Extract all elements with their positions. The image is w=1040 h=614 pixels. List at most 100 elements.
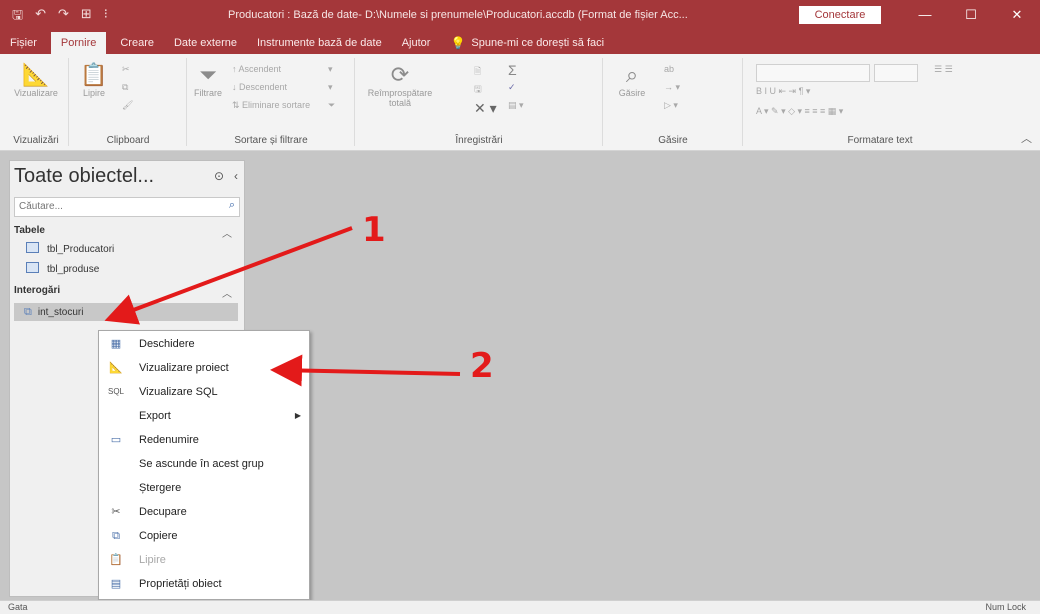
funnel-icon: ⏷: [199, 62, 217, 87]
replace-icon[interactable]: ab: [664, 64, 674, 74]
tab-home[interactable]: Pornire: [50, 32, 107, 54]
annotation-label-1: 1: [362, 210, 386, 250]
table-icon: [26, 242, 39, 253]
query-icon: ⧉: [24, 306, 32, 318]
magnifier-icon: ⌕: [625, 62, 639, 87]
more-icon[interactable]: ▤ ▾: [508, 100, 524, 111]
nav-search-box: ⌕: [14, 197, 240, 217]
save-icon[interactable]: 🖫: [12, 6, 23, 28]
copy-icon[interactable]: ⧉: [122, 82, 128, 93]
menu-item-hide-in-group[interactable]: Se ascunde în acest grup: [99, 453, 309, 475]
chevron-up-icon[interactable]: ︿: [222, 285, 232, 300]
close-button[interactable]: ✕: [994, 0, 1040, 30]
window-title: Producatori : Bază de date- D:\Numele si…: [228, 9, 688, 21]
select-icon[interactable]: ▷ ▾: [664, 100, 678, 111]
group-label-find: Găsire: [658, 135, 688, 146]
chevron-up-icon[interactable]: ︿: [222, 225, 232, 240]
nav-menu-icon[interactable]: ⊙: [214, 169, 224, 183]
design-view-icon: 📐: [109, 362, 123, 374]
group-clipboard: 📋 Lipire ✂ ⧉ 🖌 Clipboard: [70, 58, 187, 146]
color-align-icons[interactable]: A ▾ ✎ ▾ ◇ ▾ ≡ ≡ ≡ ▦ ▾: [756, 106, 843, 117]
totals-icon[interactable]: Σ: [508, 62, 517, 78]
refresh-icon: ⟳: [390, 62, 410, 87]
tab-database-tools[interactable]: Instrumente bază de date: [247, 32, 392, 54]
connect-button[interactable]: Conectare: [799, 6, 881, 24]
list-icons[interactable]: ☰ ☰: [934, 64, 953, 75]
search-icon[interactable]: ⌕: [229, 199, 235, 212]
paste-button[interactable]: 📋 Lipire: [74, 62, 114, 98]
format-painter-icon[interactable]: 🖌: [122, 100, 133, 111]
save-record-icon[interactable]: 🖫: [474, 82, 482, 98]
undo-icon[interactable]: ↶: [35, 6, 46, 28]
menu-item-export[interactable]: Export ▶: [99, 405, 309, 427]
status-text: Gata: [8, 602, 28, 612]
menu-item-paste[interactable]: 📋 Lipire: [99, 549, 309, 571]
view-button[interactable]: 📐 Vizualizare: [8, 62, 64, 98]
menu-item-properties[interactable]: ▤ Proprietăți obiect: [99, 573, 309, 595]
search-input[interactable]: [15, 198, 213, 214]
properties-icon: ▤: [110, 578, 122, 590]
find-button[interactable]: ⌕ Găsire: [612, 62, 652, 98]
new-record-icon[interactable]: 🗎: [474, 64, 481, 80]
submenu-arrow-icon: ▶: [294, 411, 301, 420]
tab-external-data[interactable]: Date externe: [164, 32, 247, 54]
num-lock-indicator: Num Lock: [985, 602, 1026, 612]
group-records: ⟳ Reîmprospătare totală 🗎 🖫 ✕ ▾ Σ ✓ ▤ ▾ …: [356, 58, 603, 146]
annotation-label-2: 2: [470, 346, 494, 386]
menu-item-copy[interactable]: ⧉ Copiere: [99, 525, 309, 547]
paste-icon: 📋: [80, 62, 108, 87]
go-to-icon[interactable]: → ▾: [664, 82, 680, 93]
group-label-views: Vizualizări: [13, 135, 59, 146]
group-views: 📐 Vizualizare Vizualizări: [4, 58, 69, 146]
remove-sort-button[interactable]: ⇅ Eliminare sortare: [232, 100, 310, 111]
filter-button[interactable]: ⏷ Filtrare: [190, 62, 226, 98]
cut-icon[interactable]: ✂: [122, 64, 130, 75]
toggle-filter-icon[interactable]: ⏷: [328, 100, 335, 111]
group-text-format: ☰ ☰ B I U ⇤ ⇥ ¶ ▾ A ▾ ✎ ▾ ◇ ▾ ≡ ≡ ≡ ▦ ▾ …: [744, 58, 1016, 146]
nav-item-table[interactable]: tbl_Producatori: [14, 241, 238, 259]
menu-item-design-view[interactable]: 📐 Vizualizare proiect: [99, 357, 309, 379]
layout-icon[interactable]: ⊞: [81, 6, 92, 28]
section-queries[interactable]: Interogări ︿: [14, 285, 240, 300]
font-name-dropdown[interactable]: [756, 64, 870, 82]
menu-item-sql-view[interactable]: SQL Vizualizare SQL: [99, 381, 309, 403]
quick-access-toolbar: 🖫 ↶ ↷ ⊞ ⁝: [12, 6, 108, 28]
tab-help[interactable]: Ajutor: [392, 32, 441, 54]
sql-icon: SQL: [107, 387, 124, 396]
delete-icon[interactable]: ✕ ▾: [474, 100, 497, 117]
section-tables[interactable]: Tabele ︿: [14, 225, 240, 240]
group-label-clipboard: Clipboard: [106, 135, 150, 146]
menu-item-rename[interactable]: ▭ Redenumire: [99, 429, 309, 451]
selection-icon[interactable]: ▾: [328, 64, 333, 75]
redo-icon[interactable]: ↷: [58, 6, 69, 28]
title-bar: 🖫 ↶ ↷ ⊞ ⁝ Producatori : Bază de date- D:…: [0, 0, 1040, 30]
ribbon-tabs: Fișier Pornire Creare Date externe Instr…: [0, 30, 1040, 54]
font-size-dropdown[interactable]: [874, 64, 918, 82]
table-icon: [26, 262, 39, 273]
bold-italic-underline[interactable]: B I U ⇤ ⇥ ¶ ▾: [756, 86, 810, 97]
group-label-sort-filter: Sortare și filtrare: [234, 135, 308, 146]
advanced-icon[interactable]: ▾: [328, 82, 333, 93]
nav-item-query[interactable]: ⧉ int_stocuri: [14, 303, 238, 321]
spelling-icon[interactable]: ✓: [508, 82, 516, 93]
menu-item-cut[interactable]: ✂ Decupare: [99, 501, 309, 523]
tab-file[interactable]: Fișier: [0, 32, 47, 54]
descending-button[interactable]: ↓ Descendent: [232, 82, 287, 92]
tell-me-box[interactable]: 💡 Spune-mi ce dorești să faci: [440, 32, 614, 54]
nav-item-table[interactable]: tbl_produse: [14, 261, 238, 279]
customize-qat-icon[interactable]: ⁝: [104, 6, 108, 28]
menu-item-open[interactable]: ▦ Deschidere: [99, 333, 309, 355]
collapse-ribbon-icon[interactable]: ︿: [1021, 130, 1032, 146]
open-icon: ▦: [110, 338, 122, 350]
ascending-button[interactable]: ↑ Ascendent: [232, 64, 281, 74]
refresh-all-button[interactable]: ⟳ Reîmprospătare totală: [360, 62, 440, 108]
tab-create[interactable]: Creare: [110, 32, 164, 54]
shutter-bar-icon[interactable]: ‹: [234, 169, 238, 183]
nav-pane-title[interactable]: Toate obiectel...: [14, 165, 154, 188]
lightbulb-icon: 💡: [450, 36, 466, 50]
group-label-text-format: Formatare text: [847, 135, 913, 146]
restore-button[interactable]: ☐: [948, 0, 994, 30]
context-menu: ▦ Deschidere 📐 Vizualizare proiect SQL V…: [98, 330, 310, 600]
minimize-button[interactable]: —: [902, 0, 948, 30]
menu-item-delete[interactable]: Ștergere: [99, 477, 309, 499]
